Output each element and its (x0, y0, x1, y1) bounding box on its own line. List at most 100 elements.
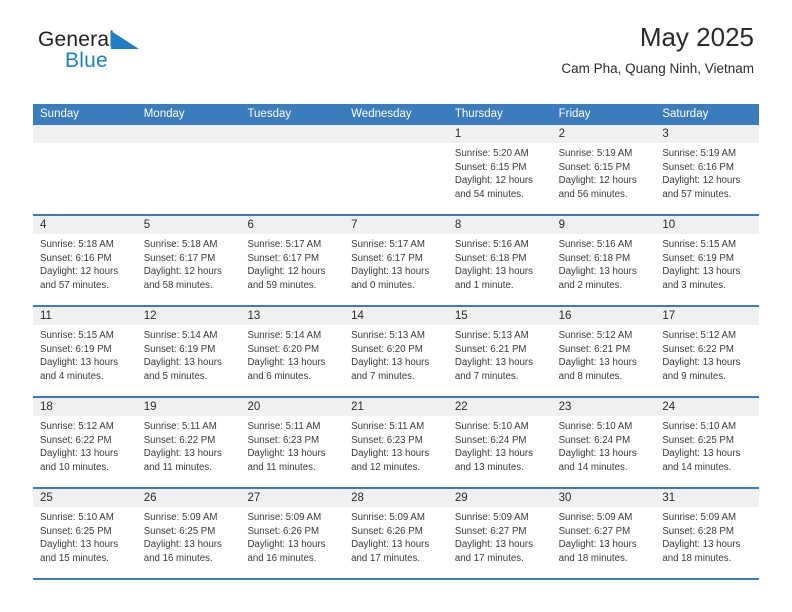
day-cell[interactable]: 26 Sunrise: 5:09 AM Sunset: 6:25 PM Dayligh… (136, 489, 241, 578)
day-cell[interactable]: 21 Sunrise: 5:11 AM Sunset: 6:23 PM Dayligh… (344, 398, 448, 487)
daylight-line-2: and 7 minutes. (351, 370, 415, 382)
day-cell[interactable]: 14 Sunrise: 5:13 AM Sunset: 6:20 PM Dayligh… (344, 307, 448, 396)
sunrise-time: Sunrise: 5:14 AM (247, 330, 322, 341)
day-cell[interactable]: 20 Sunrise: 5:11 AM Sunset: 6:23 PM Dayligh… (240, 398, 345, 487)
sunrise-time: Sunrise: 5:10 AM (558, 421, 633, 432)
day-cell[interactable]: 31 Sunrise: 5:09 AM Sunset: 6:28 PM Dayligh… (655, 489, 760, 578)
daylight-line-2: and 18 minutes. (558, 552, 628, 564)
day-cell[interactable]: 3 Sunrise: 5:19 AM Sunset: 6:16 PM Daylight… (655, 125, 760, 214)
daylight-line-2: and 14 minutes. (662, 461, 732, 473)
day-cell[interactable]: 5 Sunrise: 5:18 AM Sunset: 6:17 PM Daylight… (136, 216, 241, 305)
flag-triangle-icon (111, 31, 139, 53)
daylight-line-2: and 8 minutes. (558, 370, 623, 382)
day-number: 18 (33, 398, 137, 416)
day-cell[interactable]: 1 Sunrise: 5:20 AM Sunset: 6:15 PM Daylight… (447, 125, 552, 214)
day-cell[interactable]: 7 Sunrise: 5:17 AM Sunset: 6:17 PM Daylight… (344, 216, 448, 305)
daylight-line-2: and 16 minutes. (247, 552, 317, 564)
sunset-time: Sunset: 6:27 PM (558, 525, 631, 537)
daylight-line-1: Daylight: 13 hours (558, 448, 637, 460)
day-number: 23 (551, 398, 656, 416)
day-cell[interactable]: 23 Sunrise: 5:10 AM Sunset: 6:24 PM Dayligh… (551, 398, 656, 487)
daylight-line-1: Daylight: 13 hours (143, 539, 222, 551)
day-cell[interactable]: 18 Sunrise: 5:12 AM Sunset: 6:22 PM Dayligh… (33, 398, 137, 487)
calendar-grid: Sunday Monday Tuesday Wednesday Thursday Frid… (33, 104, 760, 580)
day-number: 19 (136, 398, 241, 416)
sunset-time: Sunset: 6:26 PM (351, 525, 423, 537)
day-cell[interactable]: 12 Sunrise: 5:14 AM Sunset: 6:19 PM Dayligh… (136, 307, 241, 396)
sunrise-time: Sunrise: 5:09 AM (662, 512, 737, 523)
day-details: Sunrise: 5:12 AM Sunset: 6:22 PM Daylight:… (655, 325, 759, 383)
day-cell[interactable]: 19 Sunrise: 5:11 AM Sunset: 6:22 PM Dayligh… (136, 398, 241, 487)
day-details: Sunrise: 5:14 AM Sunset: 6:19 PM Daylight:… (137, 325, 241, 383)
day-cell[interactable]: 13 Sunrise: 5:14 AM Sunset: 6:20 PM Dayligh… (240, 307, 345, 396)
day-details: Sunrise: 5:09 AM Sunset: 6:25 PM Daylight:… (137, 507, 241, 565)
day-cell[interactable]: 4 Sunrise: 5:18 AM Sunset: 6:16 PM Daylight… (33, 216, 137, 305)
day-cell[interactable]: 10 Sunrise: 5:15 AM Sunset: 6:19 PM Dayligh… (655, 216, 760, 305)
daylight-line-1: Daylight: 13 hours (247, 539, 326, 551)
day-cell[interactable]: 11 Sunrise: 5:15 AM Sunset: 6:19 PM Dayligh… (33, 307, 137, 396)
weekday-header-row: Sunday Monday Tuesday Wednesday Thursday Frid… (33, 104, 759, 125)
daylight-line-2: and 58 minutes. (143, 279, 213, 291)
sunset-time: Sunset: 6:17 PM (143, 252, 216, 264)
sunset-time: Sunset: 6:16 PM (662, 161, 734, 173)
sunset-time: Sunset: 6:20 PM (351, 343, 423, 355)
day-details: Sunrise: 5:15 AM Sunset: 6:19 PM Daylight:… (33, 325, 137, 383)
daylight-line-1: Daylight: 13 hours (143, 357, 222, 369)
day-number: 5 (136, 216, 241, 234)
day-cell-empty (33, 125, 137, 214)
day-details: Sunrise: 5:09 AM Sunset: 6:27 PM Daylight:… (552, 507, 656, 565)
calendar-week-row: 4 Sunrise: 5:18 AM Sunset: 6:16 PM Daylight… (33, 216, 760, 307)
day-details: Sunrise: 5:10 AM Sunset: 6:24 PM Daylight:… (448, 416, 552, 474)
day-details: Sunrise: 5:16 AM Sunset: 6:18 PM Daylight:… (448, 234, 552, 292)
sunset-time: Sunset: 6:15 PM (558, 161, 631, 173)
daylight-line-1: Daylight: 13 hours (351, 448, 430, 460)
sunset-time: Sunset: 6:19 PM (662, 252, 734, 264)
day-cell[interactable]: 15 Sunrise: 5:13 AM Sunset: 6:21 PM Dayligh… (447, 307, 552, 396)
daylight-line-1: Daylight: 13 hours (247, 448, 326, 460)
sunset-time: Sunset: 6:15 PM (454, 161, 527, 173)
day-details: Sunrise: 5:18 AM Sunset: 6:17 PM Daylight:… (137, 234, 241, 292)
sunrise-time: Sunrise: 5:18 AM (143, 239, 218, 250)
day-cell[interactable]: 17 Sunrise: 5:12 AM Sunset: 6:22 PM Dayligh… (655, 307, 760, 396)
day-number: 28 (344, 489, 448, 507)
day-cell[interactable]: 8 Sunrise: 5:16 AM Sunset: 6:18 PM Daylight… (447, 216, 552, 305)
day-cell[interactable]: 2 Sunrise: 5:19 AM Sunset: 6:15 PM Daylight… (551, 125, 656, 214)
day-cell[interactable]: 22 Sunrise: 5:10 AM Sunset: 6:24 PM Dayligh… (447, 398, 552, 487)
day-cell[interactable]: 25 Sunrise: 5:10 AM Sunset: 6:25 PM Dayligh… (33, 489, 137, 578)
daylight-line-2: and 56 minutes. (558, 188, 628, 200)
day-cell[interactable]: 30 Sunrise: 5:09 AM Sunset: 6:27 PM Dayligh… (551, 489, 656, 578)
weekday-header-monday: Monday (143, 108, 185, 120)
daylight-line-1: Daylight: 12 hours (662, 175, 741, 187)
daylight-line-1: Daylight: 12 hours (247, 266, 326, 278)
day-cell[interactable]: 29 Sunrise: 5:09 AM Sunset: 6:27 PM Dayligh… (447, 489, 552, 578)
location-subtitle: Cam Pha, Quang Ninh, Vietnam (561, 61, 754, 76)
sunrise-time: Sunrise: 5:09 AM (351, 512, 425, 523)
day-cell[interactable]: 24 Sunrise: 5:10 AM Sunset: 6:25 PM Dayligh… (655, 398, 760, 487)
day-number: 4 (33, 216, 137, 234)
sunrise-time: Sunrise: 5:19 AM (662, 148, 737, 159)
day-cell[interactable]: 9 Sunrise: 5:16 AM Sunset: 6:18 PM Daylight… (551, 216, 656, 305)
day-details: Sunrise: 5:11 AM Sunset: 6:23 PM Daylight:… (240, 416, 344, 474)
sunrise-time: Sunrise: 5:09 AM (454, 512, 529, 523)
daylight-line-1: Daylight: 13 hours (351, 266, 430, 278)
daylight-line-2: and 11 minutes. (143, 461, 212, 473)
sunrise-time: Sunrise: 5:11 AM (143, 421, 217, 432)
brand-logo[interactable]: General Blue (38, 28, 168, 76)
day-details: Sunrise: 5:10 AM Sunset: 6:25 PM Daylight:… (655, 416, 759, 474)
day-cell[interactable]: 28 Sunrise: 5:09 AM Sunset: 6:26 PM Dayligh… (344, 489, 448, 578)
sunset-time: Sunset: 6:18 PM (454, 252, 527, 264)
sunrise-time: Sunrise: 5:10 AM (662, 421, 737, 432)
day-number: 14 (344, 307, 448, 325)
day-cell[interactable]: 6 Sunrise: 5:17 AM Sunset: 6:17 PM Daylight… (240, 216, 345, 305)
sunrise-time: Sunrise: 5:16 AM (454, 239, 529, 250)
day-details: Sunrise: 5:11 AM Sunset: 6:23 PM Daylight:… (344, 416, 448, 474)
sunrise-time: Sunrise: 5:19 AM (558, 148, 633, 159)
day-number: 3 (655, 125, 760, 143)
daylight-line-1: Daylight: 13 hours (351, 539, 430, 551)
sunrise-time: Sunrise: 5:17 AM (247, 239, 322, 250)
weekday-header-thursday: Thursday (454, 108, 503, 120)
day-details: Sunrise: 5:14 AM Sunset: 6:20 PM Daylight:… (240, 325, 344, 383)
day-cell[interactable]: 27 Sunrise: 5:09 AM Sunset: 6:26 PM Dayligh… (240, 489, 345, 578)
day-details: Sunrise: 5:12 AM Sunset: 6:21 PM Daylight:… (552, 325, 656, 383)
day-cell[interactable]: 16 Sunrise: 5:12 AM Sunset: 6:21 PM Dayligh… (551, 307, 656, 396)
